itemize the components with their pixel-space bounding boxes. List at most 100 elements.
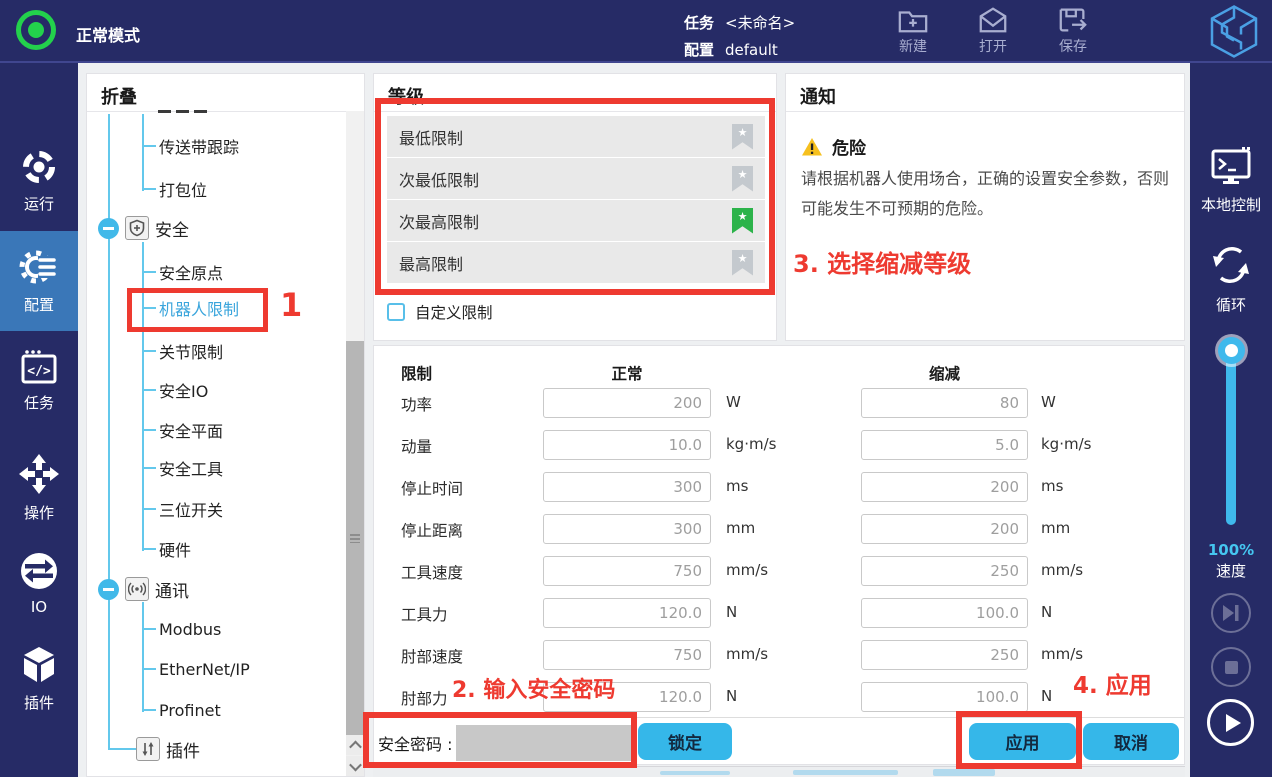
bookmark-icon[interactable] — [732, 124, 753, 150]
unit-label: N — [1041, 603, 1052, 621]
custom-limit-label: 自定义限制 — [415, 301, 493, 323]
tree-item-robot-limits[interactable]: 机器人限制 — [142, 296, 239, 320]
step-button[interactable] — [1211, 593, 1251, 633]
play-button[interactable] — [1207, 699, 1254, 746]
level-row-second-lowest[interactable]: 次最低限制 — [387, 158, 765, 199]
bookmark-icon[interactable] — [732, 166, 753, 192]
tree-line — [108, 114, 110, 750]
speed-slider-handle[interactable] — [1218, 337, 1245, 364]
col-header-limit: 限制 — [401, 362, 432, 384]
cycle-item[interactable]: 循环 — [1190, 243, 1272, 315]
normal-stop-time-input[interactable] — [543, 472, 711, 502]
reduced-momentum-input[interactable] — [861, 430, 1028, 460]
nav-config[interactable]: 配置 — [0, 231, 78, 331]
nav-run-label: 运行 — [24, 193, 54, 214]
nav-task[interactable]: </> 任务 — [0, 331, 78, 431]
levels-panel-title: 等级 — [388, 83, 424, 109]
normal-power-input[interactable] — [543, 388, 711, 418]
tree-item-label: 三位开关 — [159, 497, 223, 521]
normal-tool-force-input[interactable] — [543, 598, 711, 628]
tree-item-modbus[interactable]: Modbus — [142, 617, 221, 641]
open-button[interactable]: 打开 — [960, 5, 1026, 56]
limit-label: 工具力 — [401, 603, 448, 625]
bookmark-selected-icon[interactable] — [732, 208, 753, 234]
reduced-elbow-speed-input[interactable] — [861, 640, 1028, 670]
tree-node-safety[interactable]: 安全 — [98, 216, 189, 240]
lock-button[interactable]: 锁定 — [638, 723, 732, 760]
tree-scrollbar[interactable] — [346, 111, 364, 776]
save-button-label: 保存 — [1040, 36, 1106, 56]
divider — [786, 111, 1184, 112]
warning-icon — [801, 137, 823, 157]
speed-percentage: 100% — [1190, 541, 1272, 559]
nav-operate[interactable]: 操作 — [0, 439, 78, 536]
divider — [374, 111, 776, 112]
local-control-item[interactable]: 本地控制 — [1190, 145, 1272, 215]
scroll-down-button[interactable] — [346, 756, 364, 776]
svg-text:</>: </> — [27, 364, 51, 379]
reduced-power-input[interactable] — [861, 388, 1028, 418]
tree-item-three-position-switch[interactable]: 三位开关 — [142, 497, 223, 521]
bookmark-icon[interactable] — [732, 250, 753, 276]
move-arrows-icon — [18, 453, 60, 495]
tree-item-hardware[interactable]: 硬件 — [142, 537, 191, 561]
tree-item-conveyor[interactable]: 传送带跟踪 — [142, 134, 239, 158]
normal-tool-speed-input[interactable] — [543, 556, 711, 586]
config-label: 配置 — [684, 41, 714, 59]
custom-limit-row[interactable]: 自定义限制 — [387, 302, 493, 322]
normal-stop-distance-input[interactable] — [543, 514, 711, 544]
tree-item-safety-tool[interactable]: 安全工具 — [142, 456, 223, 480]
collapse-icon[interactable] — [98, 218, 119, 239]
tree-item-label: 打包位 — [159, 177, 207, 201]
chevron-up-icon — [349, 740, 362, 753]
gear-icon — [18, 247, 60, 287]
scroll-up-button[interactable] — [346, 735, 364, 755]
tree-panel-title[interactable]: 折叠 — [101, 83, 137, 109]
speed-slider-track[interactable] — [1226, 353, 1236, 525]
level-row-second-highest[interactable]: 次最高限制 — [387, 200, 765, 241]
tree-item-profinet[interactable]: Profinet — [142, 698, 221, 722]
nav-task-label: 任务 — [24, 392, 54, 413]
tree-item-safety-home[interactable]: 安全原点 — [142, 260, 223, 284]
normal-elbow-speed-input[interactable] — [543, 640, 711, 670]
level-label: 最低限制 — [399, 125, 463, 149]
cancel-button[interactable]: 取消 — [1083, 723, 1179, 760]
cycle-label: 循环 — [1216, 294, 1246, 315]
collapse-icon[interactable] — [98, 579, 119, 600]
reduced-tool-speed-input[interactable] — [861, 556, 1028, 586]
tree-item-safety-io[interactable]: 安全IO — [142, 378, 208, 402]
scrollbar-thumb[interactable] — [346, 341, 364, 736]
level-label: 最高限制 — [399, 251, 463, 275]
nav-run[interactable]: 运行 — [0, 131, 78, 231]
tree-item-safety-plane[interactable]: 安全平面 — [142, 418, 223, 442]
nav-io[interactable]: IO — [0, 536, 78, 631]
new-button[interactable]: 新建 — [880, 5, 946, 56]
apply-button[interactable]: 应用 — [969, 723, 1076, 760]
normal-momentum-input[interactable] — [543, 430, 711, 460]
new-folder-icon — [897, 5, 929, 35]
tree-item-ethernet-ip[interactable]: EtherNet/IP — [142, 657, 250, 681]
tree-node-communication[interactable]: 通讯 — [98, 577, 189, 601]
limit-label: 功率 — [401, 393, 432, 415]
password-input[interactable] — [456, 725, 632, 761]
normal-elbow-force-input[interactable] — [543, 682, 711, 712]
custom-limit-checkbox[interactable] — [387, 303, 405, 321]
unit-label: mm/s — [1041, 561, 1083, 579]
tree-item-pack-position[interactable]: 打包位 — [142, 177, 207, 201]
brand-logo-icon — [1208, 3, 1260, 64]
tree-node-plugin[interactable]: 插件 — [136, 737, 200, 761]
level-row-highest[interactable]: 最高限制 — [387, 242, 765, 283]
reduced-stop-time-input[interactable] — [861, 472, 1028, 502]
nav-plugin[interactable]: 插件 — [0, 631, 78, 726]
reduced-elbow-force-input[interactable] — [861, 682, 1028, 712]
limit-label: 动量 — [401, 435, 432, 457]
save-button[interactable]: 保存 — [1040, 5, 1106, 56]
unit-label: mm — [726, 519, 755, 537]
reduced-stop-distance-input[interactable] — [861, 514, 1028, 544]
reduced-tool-force-input[interactable] — [861, 598, 1028, 628]
tree-item-label: 关节限制 — [159, 339, 223, 363]
tree-item-joint-limits[interactable]: 关节限制 — [142, 339, 223, 363]
level-row-lowest[interactable]: 最低限制 — [387, 116, 765, 157]
save-icon — [1057, 5, 1089, 35]
stop-button[interactable] — [1211, 647, 1251, 687]
